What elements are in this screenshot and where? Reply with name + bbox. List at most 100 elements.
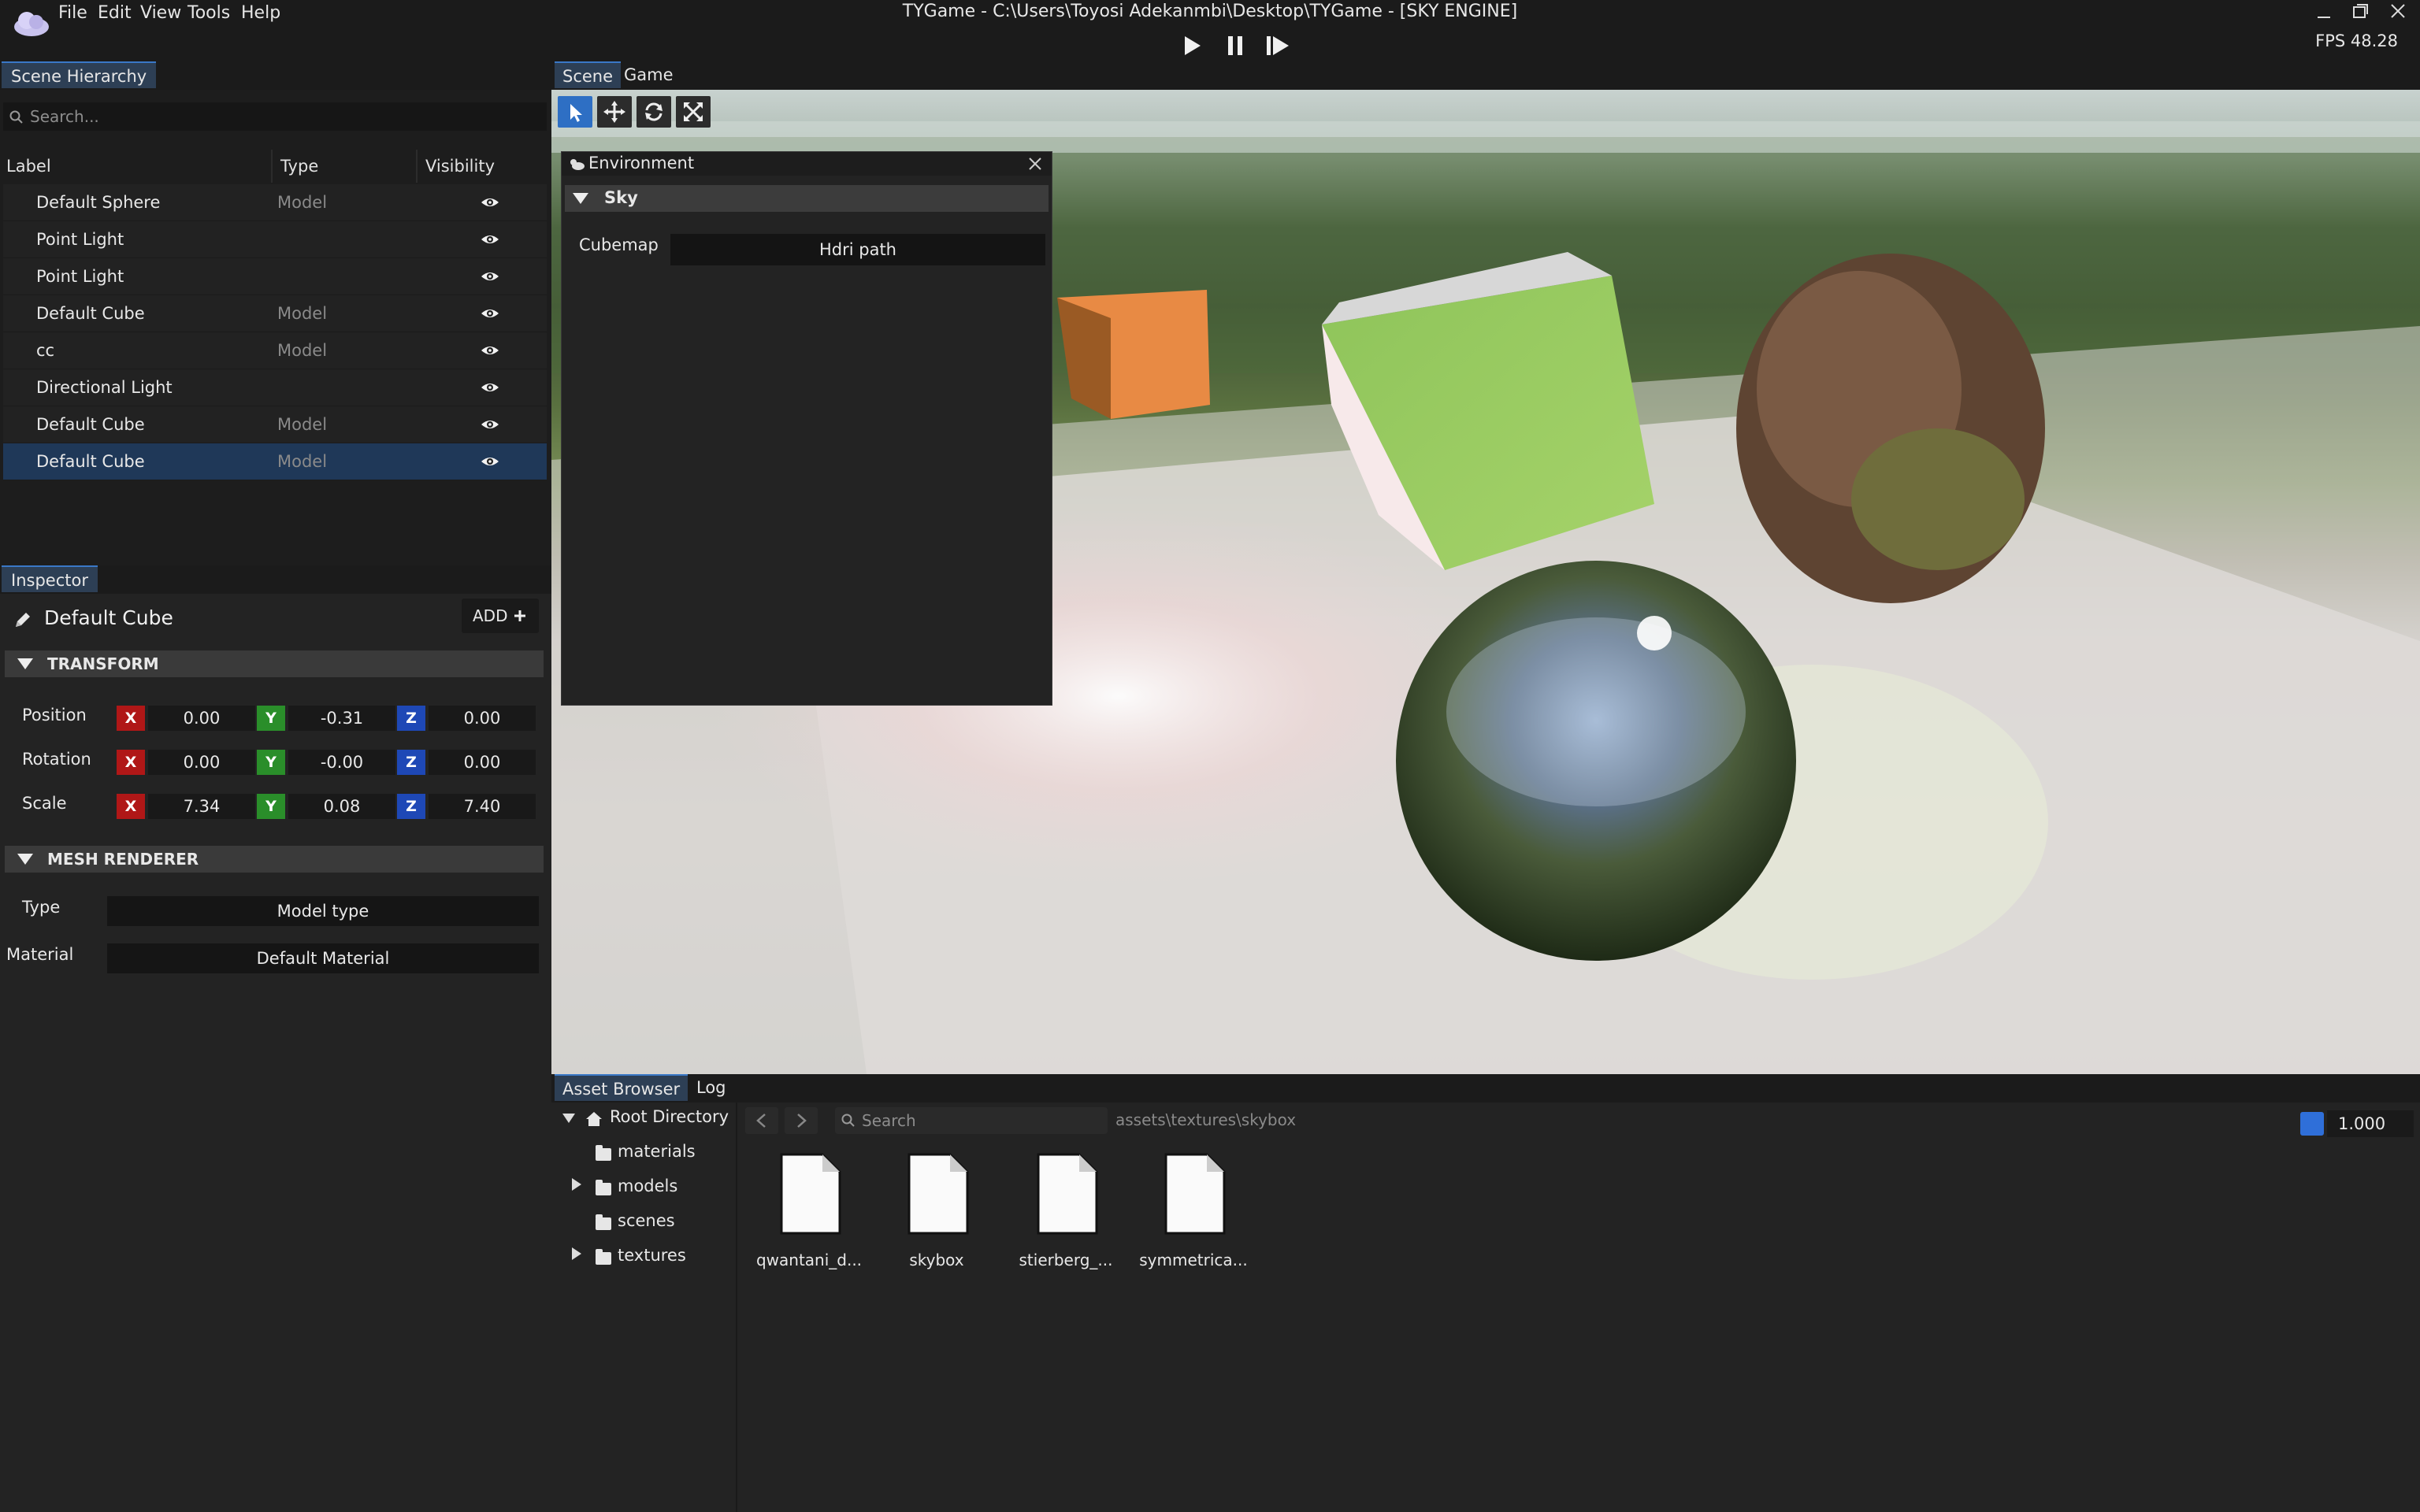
- restore-icon[interactable]: [2344, 0, 2376, 24]
- tab-log[interactable]: Log: [689, 1074, 734, 1101]
- scale-y-field[interactable]: 0.08: [288, 794, 395, 819]
- rotation-y-axis: Y: [257, 750, 285, 775]
- hierarchy-row[interactable]: cc Model: [3, 332, 547, 369]
- tree-folder-scenes[interactable]: scenes: [618, 1211, 675, 1230]
- hierarchy-tab-bar: Scene Hierarchy: [0, 61, 551, 90]
- hierarchy-search-input[interactable]: [30, 102, 534, 131]
- asset-path-breadcrumb: assets\textures\skybox: [1115, 1110, 1297, 1129]
- collapsed-arrow-icon[interactable]: [572, 1247, 581, 1260]
- tree-folder-models[interactable]: models: [618, 1177, 677, 1195]
- rotate-tool-button[interactable]: [637, 96, 671, 128]
- inspector-tab-bar: Inspector: [0, 565, 551, 594]
- asset-browser-panel: Asset Browser Log Root Directory materia…: [551, 1074, 2420, 1512]
- file-icon: [908, 1153, 969, 1235]
- position-y-axis: Y: [257, 706, 285, 731]
- sky-section-title: Sky: [604, 188, 638, 207]
- file-name: skybox: [909, 1251, 964, 1269]
- model-type-field[interactable]: Model type: [107, 896, 539, 926]
- cloud-sun-icon: [570, 159, 585, 170]
- object-name[interactable]: Default Cube: [44, 606, 173, 629]
- scale-tool-button[interactable]: [676, 96, 711, 128]
- collapsed-arrow-icon[interactable]: [572, 1178, 581, 1191]
- column-label[interactable]: Label: [6, 150, 51, 183]
- column-divider[interactable]: [271, 150, 273, 183]
- collapse-triangle-icon: [573, 193, 588, 204]
- asset-search-input[interactable]: [862, 1107, 1098, 1134]
- environment-title-bar[interactable]: Environment: [562, 152, 1052, 176]
- file-name: stierberg_...: [1019, 1251, 1113, 1269]
- hierarchy-row[interactable]: Default Cube Model: [3, 295, 547, 332]
- tab-game[interactable]: Game: [616, 61, 681, 88]
- tab-asset-browser[interactable]: Asset Browser: [555, 1074, 689, 1101]
- mesh-renderer-section-header[interactable]: MESH RENDERER: [5, 846, 544, 873]
- back-button[interactable]: [745, 1107, 778, 1134]
- visibility-eye-icon[interactable]: [481, 380, 499, 395]
- minimize-icon[interactable]: [2308, 0, 2340, 24]
- folder-icon: [596, 1249, 611, 1265]
- tree-folder-textures[interactable]: textures: [618, 1246, 686, 1265]
- file-tile[interactable]: symmetrica...: [1134, 1153, 1253, 1271]
- tab-scene-hierarchy[interactable]: Scene Hierarchy: [2, 61, 157, 88]
- row-label: Default Sphere: [36, 193, 161, 212]
- close-icon[interactable]: [1028, 157, 1042, 171]
- file-tile[interactable]: skybox: [878, 1153, 996, 1271]
- hierarchy-row[interactable]: Default Cube Model: [3, 443, 547, 480]
- close-window-icon[interactable]: [2382, 0, 2414, 24]
- visibility-eye-icon[interactable]: [481, 232, 499, 246]
- play-button[interactable]: [1174, 32, 1208, 60]
- hdri-path-field[interactable]: Hdri path: [670, 234, 1045, 265]
- tree-root-directory[interactable]: Root Directory: [610, 1107, 729, 1126]
- asset-search-box[interactable]: [835, 1107, 1108, 1134]
- visibility-eye-icon[interactable]: [481, 306, 499, 321]
- title-bar: File Edit View Tools Help TYGame - C:\Us…: [0, 0, 2420, 61]
- visibility-eye-icon[interactable]: [481, 269, 499, 284]
- folder-icon: [596, 1180, 611, 1195]
- column-visibility[interactable]: Visibility: [425, 150, 495, 183]
- step-button[interactable]: [1260, 32, 1295, 60]
- pause-button[interactable]: [1218, 32, 1253, 60]
- expanded-arrow-icon[interactable]: [562, 1114, 575, 1125]
- row-type: Model: [277, 452, 328, 471]
- add-component-button[interactable]: ADD: [462, 598, 539, 633]
- column-divider[interactable]: [416, 150, 418, 183]
- position-y-field[interactable]: -0.31: [288, 706, 395, 731]
- sky-section-header[interactable]: Sky: [565, 185, 1049, 212]
- visibility-eye-icon[interactable]: [481, 454, 499, 469]
- position-x-field[interactable]: 0.00: [148, 706, 255, 731]
- hierarchy-row[interactable]: Default Cube Model: [3, 406, 547, 443]
- scale-z-field[interactable]: 7.40: [429, 794, 536, 819]
- hierarchy-row[interactable]: Directional Light: [3, 369, 547, 406]
- add-button-label: ADD: [473, 606, 508, 625]
- file-tile[interactable]: qwantani_d...: [750, 1153, 868, 1271]
- forward-button[interactable]: [785, 1107, 818, 1134]
- select-tool-button[interactable]: [558, 96, 592, 128]
- rotation-x-field[interactable]: 0.00: [148, 750, 255, 775]
- material-field[interactable]: Default Material: [107, 943, 539, 973]
- rotation-y-field[interactable]: -0.00: [288, 750, 395, 775]
- visibility-eye-icon[interactable]: [481, 417, 499, 432]
- tab-inspector[interactable]: Inspector: [2, 565, 98, 592]
- window-title: TYGame - C:\Users\Toyosi Adekanmbi\Deskt…: [902, 2, 1518, 21]
- scale-x-field[interactable]: 7.34: [148, 794, 255, 819]
- column-type[interactable]: Type: [280, 150, 318, 183]
- hierarchy-row[interactable]: Point Light: [3, 258, 547, 295]
- hierarchy-row[interactable]: Default Sphere Model: [3, 184, 547, 221]
- visibility-eye-icon[interactable]: [481, 195, 499, 209]
- tab-scene[interactable]: Scene: [555, 61, 622, 88]
- search-icon: [9, 110, 23, 124]
- visibility-eye-icon[interactable]: [481, 343, 499, 358]
- transform-section-header[interactable]: TRANSFORM: [5, 650, 544, 677]
- hierarchy-row[interactable]: Point Light: [3, 221, 547, 258]
- zoom-color-swatch[interactable]: [2300, 1112, 2324, 1136]
- move-tool-button[interactable]: [597, 96, 632, 128]
- hierarchy-list: Default Sphere Model Point Light Point Ligh…: [3, 184, 547, 480]
- icon-zoom-field[interactable]: 1.000: [2327, 1110, 2414, 1137]
- file-icon: [1164, 1153, 1226, 1235]
- pencil-icon[interactable]: [13, 610, 33, 630]
- rotation-z-field[interactable]: 0.00: [429, 750, 536, 775]
- hierarchy-search-box[interactable]: [3, 102, 547, 131]
- tree-folder-materials[interactable]: materials: [618, 1142, 696, 1161]
- position-x-axis: X: [117, 706, 145, 731]
- file-tile[interactable]: stierberg_...: [1007, 1153, 1125, 1271]
- position-z-field[interactable]: 0.00: [429, 706, 536, 731]
